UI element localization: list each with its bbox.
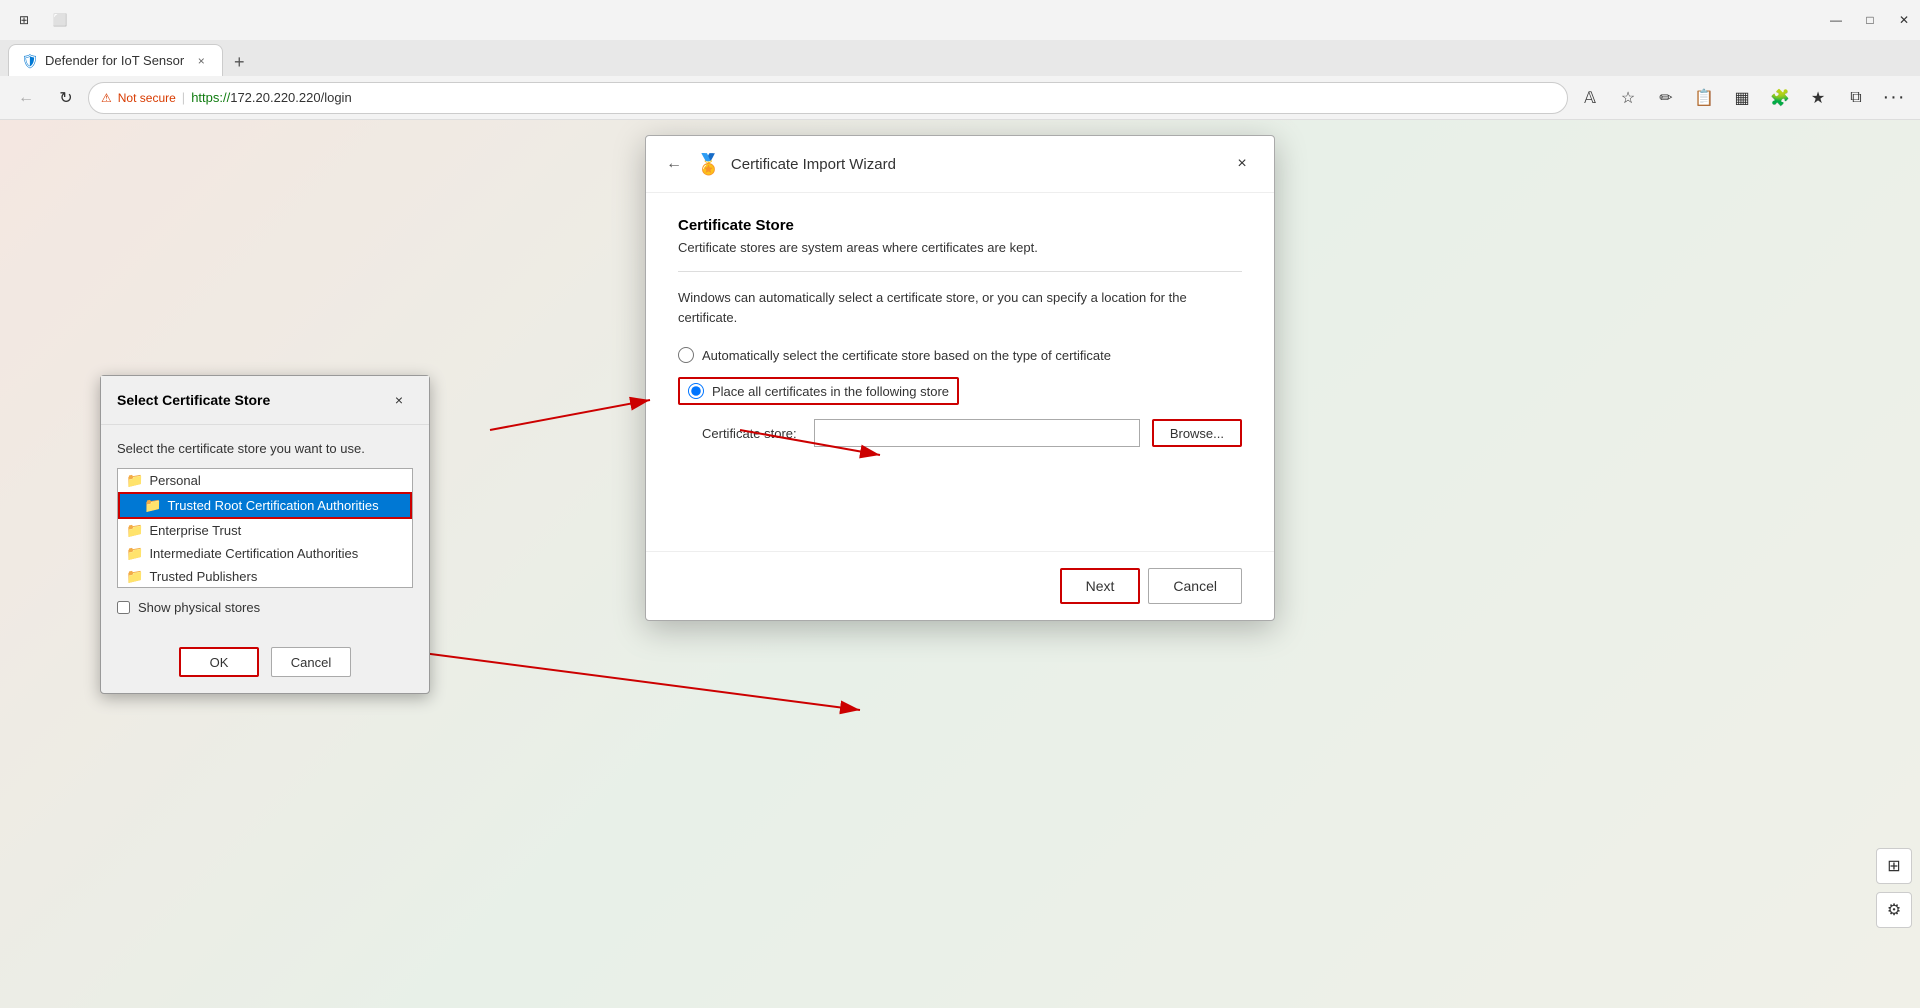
select-store-body: Select the certificate store you want to… [101,425,429,647]
collections-btn[interactable]: 📋 [1686,80,1722,116]
item-label: Trusted Publishers [149,569,257,584]
wizard-back-btn[interactable]: ← [662,152,686,176]
content-area: ← 🏅 Certificate Import Wizard × Certific… [0,120,1920,1008]
folder-icon: 📁 [126,472,143,489]
cancel-small-btn[interactable]: Cancel [271,647,351,677]
settings-btn[interactable]: ⚙ [1876,892,1912,928]
separator: | [182,90,185,105]
new-tab-btn[interactable]: + [223,48,255,76]
item-label: Enterprise Trust [149,523,241,538]
item-label: Intermediate Certification Authorities [149,546,358,561]
radio-manual[interactable] [688,383,704,399]
address-bar[interactable]: ⚠ Not secure | https://172.20.220.220/lo… [88,82,1568,114]
folder-icon: 📁 [126,568,143,585]
read-aloud-btn[interactable]: 𝔸 [1572,80,1608,116]
edit-btn[interactable]: ✏ [1648,80,1684,116]
list-item-trusted-root[interactable]: 📁 Trusted Root Certification Authorities [118,492,412,519]
item-label: Personal [149,473,200,488]
description-text: Windows can automatically select a certi… [678,288,1242,327]
grid-icon-btn[interactable]: ⊞ [8,4,40,36]
list-item-intermediate[interactable]: 📁 Intermediate Certification Authorities [118,542,412,565]
radio-manual-option[interactable]: Place all certificates in the following … [678,377,1242,405]
cancel-btn[interactable]: Cancel [1148,568,1242,604]
back-btn[interactable]: ← [8,80,44,116]
divider [678,271,1242,272]
reload-btn[interactable]: ↻ [48,80,84,116]
wizard-dialog: ← 🏅 Certificate Import Wizard × Certific… [645,135,1275,621]
list-item-enterprise[interactable]: 📁 Enterprise Trust [118,519,412,542]
wizard-body: Certificate Store Certificate stores are… [646,193,1274,471]
select-store-title: Select Certificate Store [117,392,270,408]
store-list-container[interactable]: 📁 Personal 📁 Trusted Root Certification … [117,468,413,588]
radio-manual-highlight: Place all certificates in the following … [678,377,959,405]
show-physical-checkbox[interactable] [117,601,130,614]
browser-chrome: ⊞ ⬜ — □ ✕ 🛡 Defender for IoT Sensor × + … [0,0,1920,120]
security-warning-text: Not secure [118,91,176,105]
folder-icon: 📁 [126,522,143,539]
section-subtitle: Certificate stores are system areas wher… [678,240,1242,255]
wizard-close-btn[interactable]: × [1226,148,1258,180]
show-physical-label: Show physical stores [138,600,260,615]
nav-bar: ← ↻ ⚠ Not secure | https://172.20.220.22… [0,76,1920,120]
select-instruction: Select the certificate store you want to… [117,441,413,456]
tab-close-btn[interactable]: × [192,52,210,70]
select-store-footer: OK Cancel [101,647,429,693]
cert-store-row: Certificate store: Browse... [702,419,1242,447]
next-btn[interactable]: Next [1060,568,1141,604]
select-store-dialog: Select Certificate Store × Select the ce… [100,375,430,694]
maximize-btn[interactable]: □ [1854,4,1886,36]
wizard-title-text: Certificate Import Wizard [731,156,896,173]
url-https: https:// [191,90,230,105]
favorites-btn[interactable]: ☆ [1610,80,1646,116]
browse-btn[interactable]: Browse... [1152,419,1242,447]
radio-auto[interactable] [678,347,694,363]
nav-right-icons: 𝔸 ☆ ✏ 📋 ▦ 🧩 ★ ⧉ ··· [1572,80,1912,116]
wizard-title-left: ← 🏅 Certificate Import Wizard [662,152,896,177]
radio-manual-label: Place all certificates in the following … [712,384,949,399]
title-bar-controls: ⊞ ⬜ [8,4,76,36]
extensions-btn[interactable]: 🧩 [1762,80,1798,116]
ok-btn[interactable]: OK [179,647,259,677]
security-warning-icon: ⚠ [101,91,112,105]
tab-favicon: 🛡 [21,53,37,69]
item-label: Trusted Root Certification Authorities [167,498,378,513]
radio-auto-option[interactable]: Automatically select the certificate sto… [678,347,1242,363]
favorites-star-btn[interactable]: ★ [1800,80,1836,116]
more-options-btn[interactable]: ··· [1876,80,1912,116]
tab-bar: 🛡 Defender for IoT Sensor × + [0,40,1920,76]
select-store-close-btn[interactable]: × [385,386,413,414]
folder-icon: 📁 [144,497,161,514]
title-bar: ⊞ ⬜ — □ ✕ [0,0,1920,40]
url-display: https://172.20.220.220/login [191,90,351,105]
close-window-btn[interactable]: ✕ [1888,4,1920,36]
select-store-titlebar: Select Certificate Store × [101,376,429,425]
wizard-titlebar: ← 🏅 Certificate Import Wizard × [646,136,1274,193]
url-domain: 172.20.220.220 [230,90,320,105]
url-path: /login [321,90,352,105]
split-screen-btn[interactable]: ⧉ [1838,80,1874,116]
list-item-personal[interactable]: 📁 Personal [118,469,412,492]
cert-store-input[interactable] [814,419,1140,447]
cert-store-label: Certificate store: [702,426,802,441]
new-window-btn[interactable]: ⬜ [44,4,76,36]
section-title: Certificate Store [678,217,1242,234]
minimize-btn[interactable]: — [1820,4,1852,36]
sidebar-btn[interactable]: ▦ [1724,80,1760,116]
show-physical-row[interactable]: Show physical stores [117,600,413,615]
wizard-footer: Next Cancel [646,551,1274,620]
wizard-cert-icon: 🏅 [696,152,721,177]
tab-title: Defender for IoT Sensor [45,53,184,68]
radio-auto-label: Automatically select the certificate sto… [702,348,1111,363]
folder-icon: 📁 [126,545,143,562]
active-tab[interactable]: 🛡 Defender for IoT Sensor × [8,44,223,76]
right-panel-btn[interactable]: ⊞ [1876,848,1912,884]
list-item-trusted-publishers[interactable]: 📁 Trusted Publishers [118,565,412,588]
